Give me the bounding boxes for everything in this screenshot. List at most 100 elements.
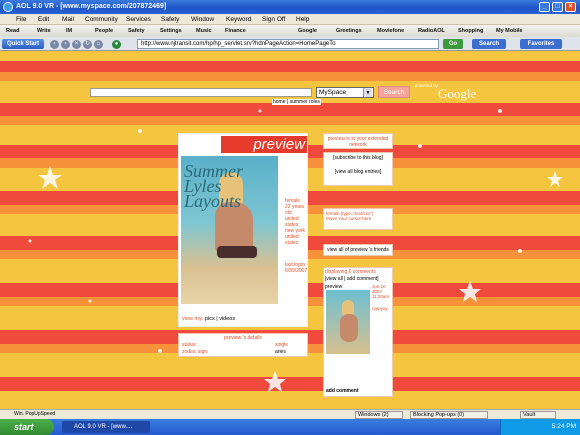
embed-code-box: female (type="text/css") Move Your curso… xyxy=(323,208,393,230)
go-button[interactable]: Go xyxy=(443,39,463,49)
pics-link[interactable]: pics xyxy=(205,316,215,322)
star-icon xyxy=(38,166,62,189)
comment-text: ryanyay xyxy=(372,306,388,311)
windows-taskbar: start AOL 9.0 VR - [www.... Win. PopUpSp… xyxy=(0,410,580,435)
last-login: last login: 6/30/2007 xyxy=(285,262,308,274)
toolbar-music[interactable]: Music xyxy=(196,28,212,34)
menu-edit[interactable]: Edit xyxy=(38,16,49,23)
menu-help[interactable]: Help xyxy=(296,16,309,23)
toolbar-write[interactable]: Write xyxy=(37,28,51,34)
toolbar-im[interactable]: IM xyxy=(66,28,72,34)
menu-safety[interactable]: Safety xyxy=(161,16,179,23)
comments-header: displaying 6 comments xyxy=(325,269,376,275)
myspace-page: MySpace ▼ Search powered by Google home … xyxy=(0,51,580,409)
toolbar-google[interactable]: Google xyxy=(298,28,317,34)
menu-bar: File Edit Mail Community Services Safety… xyxy=(0,14,580,25)
url-field[interactable]: http://www.njtransit.com/hp/hp_servlet.s… xyxy=(137,39,439,49)
close-button[interactable]: × xyxy=(565,2,576,12)
favorites-button[interactable]: Favorites xyxy=(520,39,562,49)
toolbar-moviefone[interactable]: Moviefone xyxy=(377,28,404,34)
profile-card: preview Summer Lyles Layouts female 22 y… xyxy=(178,133,308,327)
profile-photo-text: Summer Lyles Layouts xyxy=(184,161,243,211)
myspace-search-input[interactable] xyxy=(90,88,312,97)
view-my-row: view my: pics | videos xyxy=(182,316,236,322)
toolbar-safety[interactable]: Safety xyxy=(128,28,145,34)
view-my-label: view my: xyxy=(182,316,204,322)
menu-services[interactable]: Services xyxy=(126,16,151,23)
refresh-icon[interactable]: ↻ xyxy=(83,40,92,49)
comments-box: displaying 6 comments [view all | add co… xyxy=(323,267,393,397)
toolbar-radioaol[interactable]: RadioAOL xyxy=(418,28,445,34)
add-comment-bottom-link[interactable]: add comment xyxy=(326,388,359,394)
menu-keyword[interactable]: Keyword xyxy=(226,16,251,23)
windows-dropdown[interactable]: Windows (2) xyxy=(355,411,403,419)
friends-box: view all of preview 's friends xyxy=(323,244,393,256)
add-comment-link[interactable]: add comment xyxy=(347,276,377,282)
view-blog-entries-link[interactable]: [view all blog entries] xyxy=(324,169,392,175)
profile-name-banner: preview xyxy=(221,136,307,153)
toolbar-my-mobile[interactable]: My Mobile xyxy=(496,28,523,34)
start-button[interactable]: start xyxy=(0,419,54,435)
extended-network-text: preview is in your extended network xyxy=(327,136,389,148)
menu-window[interactable]: Window xyxy=(191,16,214,23)
menu-community[interactable]: Community xyxy=(85,16,118,23)
quick-start-button[interactable]: Quick Start xyxy=(2,39,44,49)
window-title: AOL 9.0 VR - [www.myspace.com/207872469] xyxy=(16,3,167,10)
profile-details: female 22 years old united states new yo… xyxy=(285,198,307,246)
search-category-value: MySpace xyxy=(319,89,347,96)
menu-sign-off[interactable]: Sign Off xyxy=(262,16,285,23)
view-all-comments-link[interactable]: view all xyxy=(326,276,342,282)
profile-photo[interactable]: Summer Lyles Layouts xyxy=(181,156,278,304)
clock: 5:24 PM xyxy=(551,423,576,430)
comment-date: Jun 10 2007 11:20am xyxy=(372,284,390,299)
popup-speed-tab[interactable]: Win. PopUpSpeed xyxy=(2,410,58,418)
status-label: status: xyxy=(182,342,197,348)
myspace-search-button[interactable]: Search xyxy=(378,86,410,98)
top-nav-links[interactable]: home | summer roles xyxy=(272,99,321,105)
status-value: single xyxy=(275,342,289,348)
search-button[interactable]: Search xyxy=(472,39,506,49)
toolbar-read[interactable]: Read xyxy=(6,28,19,34)
globe-icon: ● xyxy=(112,40,121,49)
back-icon[interactable]: ‹ xyxy=(50,40,59,49)
videos-link[interactable]: videos xyxy=(219,316,235,322)
toolbar-shopping[interactable]: Shopping xyxy=(458,28,483,34)
home-icon[interactable]: ⌂ xyxy=(94,40,103,49)
extended-network-box: preview is in your extended network xyxy=(323,133,393,149)
address-bar: Quick Start ‹ › × ↻ ⌂ ● http://www.njtra… xyxy=(0,37,580,51)
toolbar-settings[interactable]: Settings xyxy=(160,28,182,34)
popup-blocker-dropdown[interactable]: Blocking Pop-ups (0) xyxy=(410,411,488,419)
zodiac-value: aries xyxy=(275,349,286,355)
menu-mail[interactable]: Mail xyxy=(62,16,74,23)
title-bar: AOL 9.0 VR - [www.myspace.com/207872469]… xyxy=(0,0,580,14)
toolbar-finance[interactable]: Finance xyxy=(225,28,246,34)
star-icon xyxy=(547,171,563,187)
powered-by-label: powered by xyxy=(414,83,438,88)
zodiac-label: zodiac sign: xyxy=(182,349,209,355)
chevron-down-icon: ▼ xyxy=(363,88,372,97)
stop-icon[interactable]: × xyxy=(72,40,81,49)
detail-line: states xyxy=(285,240,299,246)
comment-actions: [view all | add comment] xyxy=(325,276,379,282)
maximize-button[interactable]: □ xyxy=(552,2,563,12)
star-icon xyxy=(459,281,481,302)
commenter-avatar[interactable] xyxy=(326,290,370,354)
aol-logo-icon xyxy=(3,2,13,12)
avatar-figure xyxy=(340,314,358,342)
toolbar-greetings[interactable]: Greetings xyxy=(336,28,362,34)
vault-button[interactable]: Vault xyxy=(520,411,556,419)
subscribe-link[interactable]: [subscribe to this blog] xyxy=(324,155,392,161)
details-title: preview 's details xyxy=(224,335,262,341)
forward-icon[interactable]: › xyxy=(61,40,70,49)
minimize-button[interactable]: _ xyxy=(539,2,550,12)
embed-code-hint: Move Your cursor here xyxy=(326,216,372,221)
taskbar-aol-window[interactable]: AOL 9.0 VR - [www.... xyxy=(62,421,150,433)
menu-file[interactable]: File xyxy=(16,16,26,23)
search-category-select[interactable]: MySpace ▼ xyxy=(316,87,374,98)
toolbar-people[interactable]: People xyxy=(95,28,113,34)
photo-swimwear xyxy=(217,246,257,258)
aol-browser-window: AOL 9.0 VR - [www.myspace.com/207872469]… xyxy=(0,0,580,435)
view-all-friends-link[interactable]: view all of preview 's friends xyxy=(327,247,389,253)
aol-toolbar: Read Write IM People Safety Settings Mus… xyxy=(0,25,580,37)
details-box: preview 's details status: single zodiac… xyxy=(178,333,308,357)
